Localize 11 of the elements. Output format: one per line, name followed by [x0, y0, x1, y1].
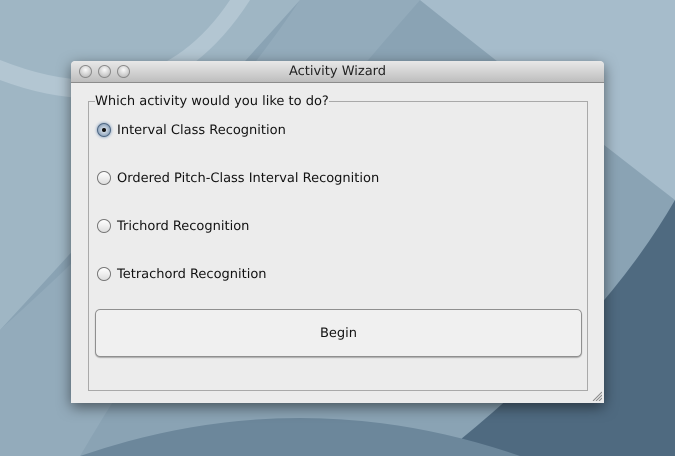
radio-button[interactable] [97, 219, 111, 233]
radio-button[interactable] [97, 267, 111, 281]
zoom-icon[interactable] [117, 65, 130, 78]
radio-button[interactable] [97, 123, 111, 137]
minimize-icon[interactable] [98, 65, 111, 78]
group-label: Which activity would you like to do? [95, 94, 329, 109]
radio-button[interactable] [97, 171, 111, 185]
window-title: Activity Wizard [288, 64, 386, 79]
resize-grip-icon [592, 391, 602, 401]
close-icon[interactable] [79, 65, 92, 78]
begin-button[interactable]: Begin [95, 309, 582, 357]
